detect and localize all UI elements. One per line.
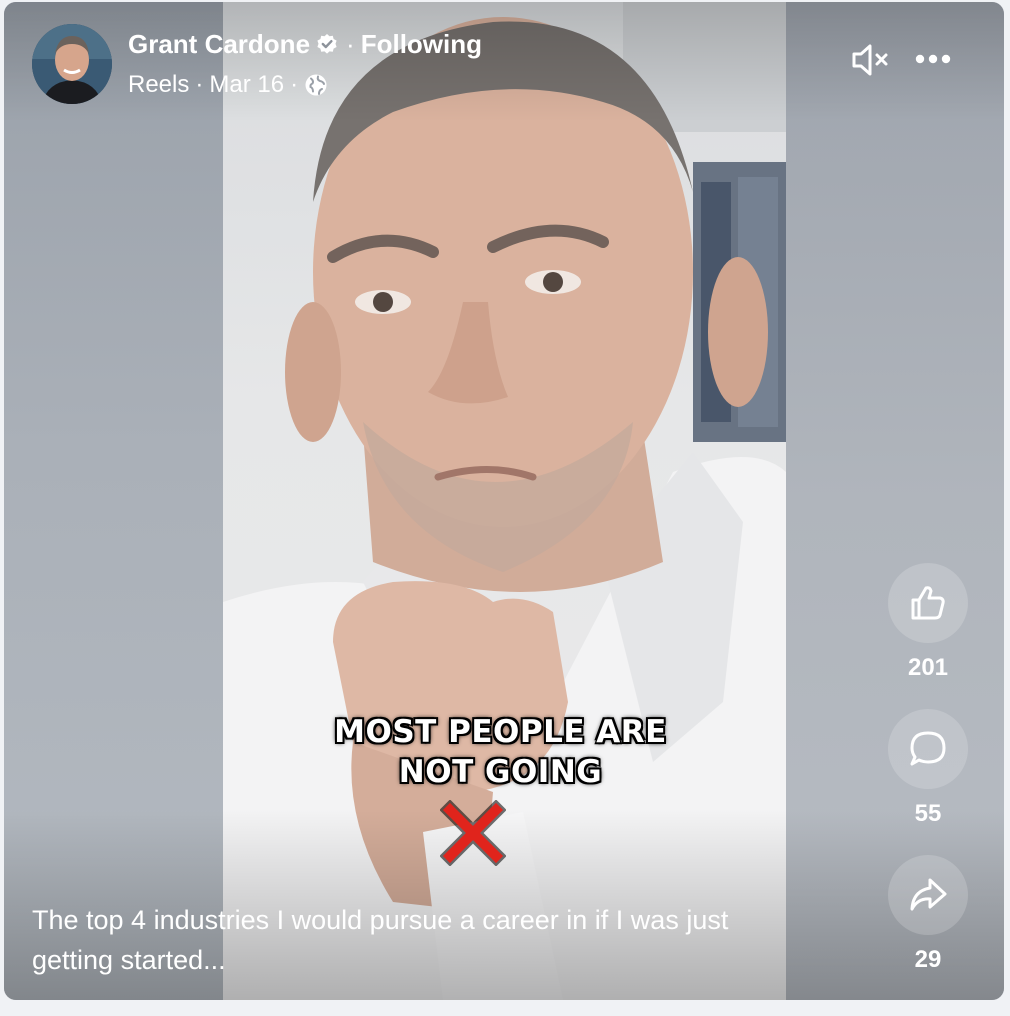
share-button[interactable] (888, 855, 968, 935)
share-count: 29 (914, 946, 942, 973)
share-action: 29 (888, 855, 968, 975)
verified-badge-icon (316, 33, 338, 55)
thumbs-up-icon (911, 586, 945, 620)
comment-bubble-icon (910, 731, 946, 766)
avatar-image (32, 24, 112, 104)
more-options-icon[interactable] (915, 48, 951, 70)
share-arrow-icon (910, 878, 947, 911)
post-subtitle: Reels · Mar 16 · (128, 70, 482, 100)
follow-status-button[interactable]: Following (361, 28, 482, 60)
comment-count: 55 (914, 800, 942, 827)
red-x-icon (440, 800, 506, 866)
overlay-line-2: NOT GOING (398, 754, 603, 790)
like-count: 201 (907, 654, 949, 681)
post-header: Grant Cardone · Following Reels · Mar 16… (32, 24, 482, 104)
author-row: Grant Cardone · Following (128, 28, 482, 60)
post-meta: Grant Cardone · Following Reels · Mar 16… (128, 28, 482, 100)
speaker-muted-icon[interactable] (850, 40, 890, 80)
avatar[interactable] (32, 24, 112, 104)
post-date[interactable]: Mar 16 (209, 70, 284, 100)
like-button[interactable] (888, 563, 968, 643)
comment-action: 55 (888, 709, 968, 829)
name-separator: · (346, 29, 355, 59)
source-separator: · (195, 71, 204, 98)
author-name[interactable]: Grant Cardone (128, 28, 310, 60)
post-caption[interactable]: The top 4 industries I would pursue a ca… (32, 900, 792, 980)
comment-button[interactable] (888, 709, 968, 789)
like-action: 201 (888, 563, 968, 683)
video-caption-overlay: MOST PEOPLE ARE NOT GOING (219, 712, 782, 792)
globe-icon[interactable] (304, 73, 328, 97)
audience-separator: · (290, 71, 299, 98)
overlay-line-1: MOST PEOPLE ARE (334, 714, 667, 750)
source-label[interactable]: Reels (128, 70, 189, 100)
